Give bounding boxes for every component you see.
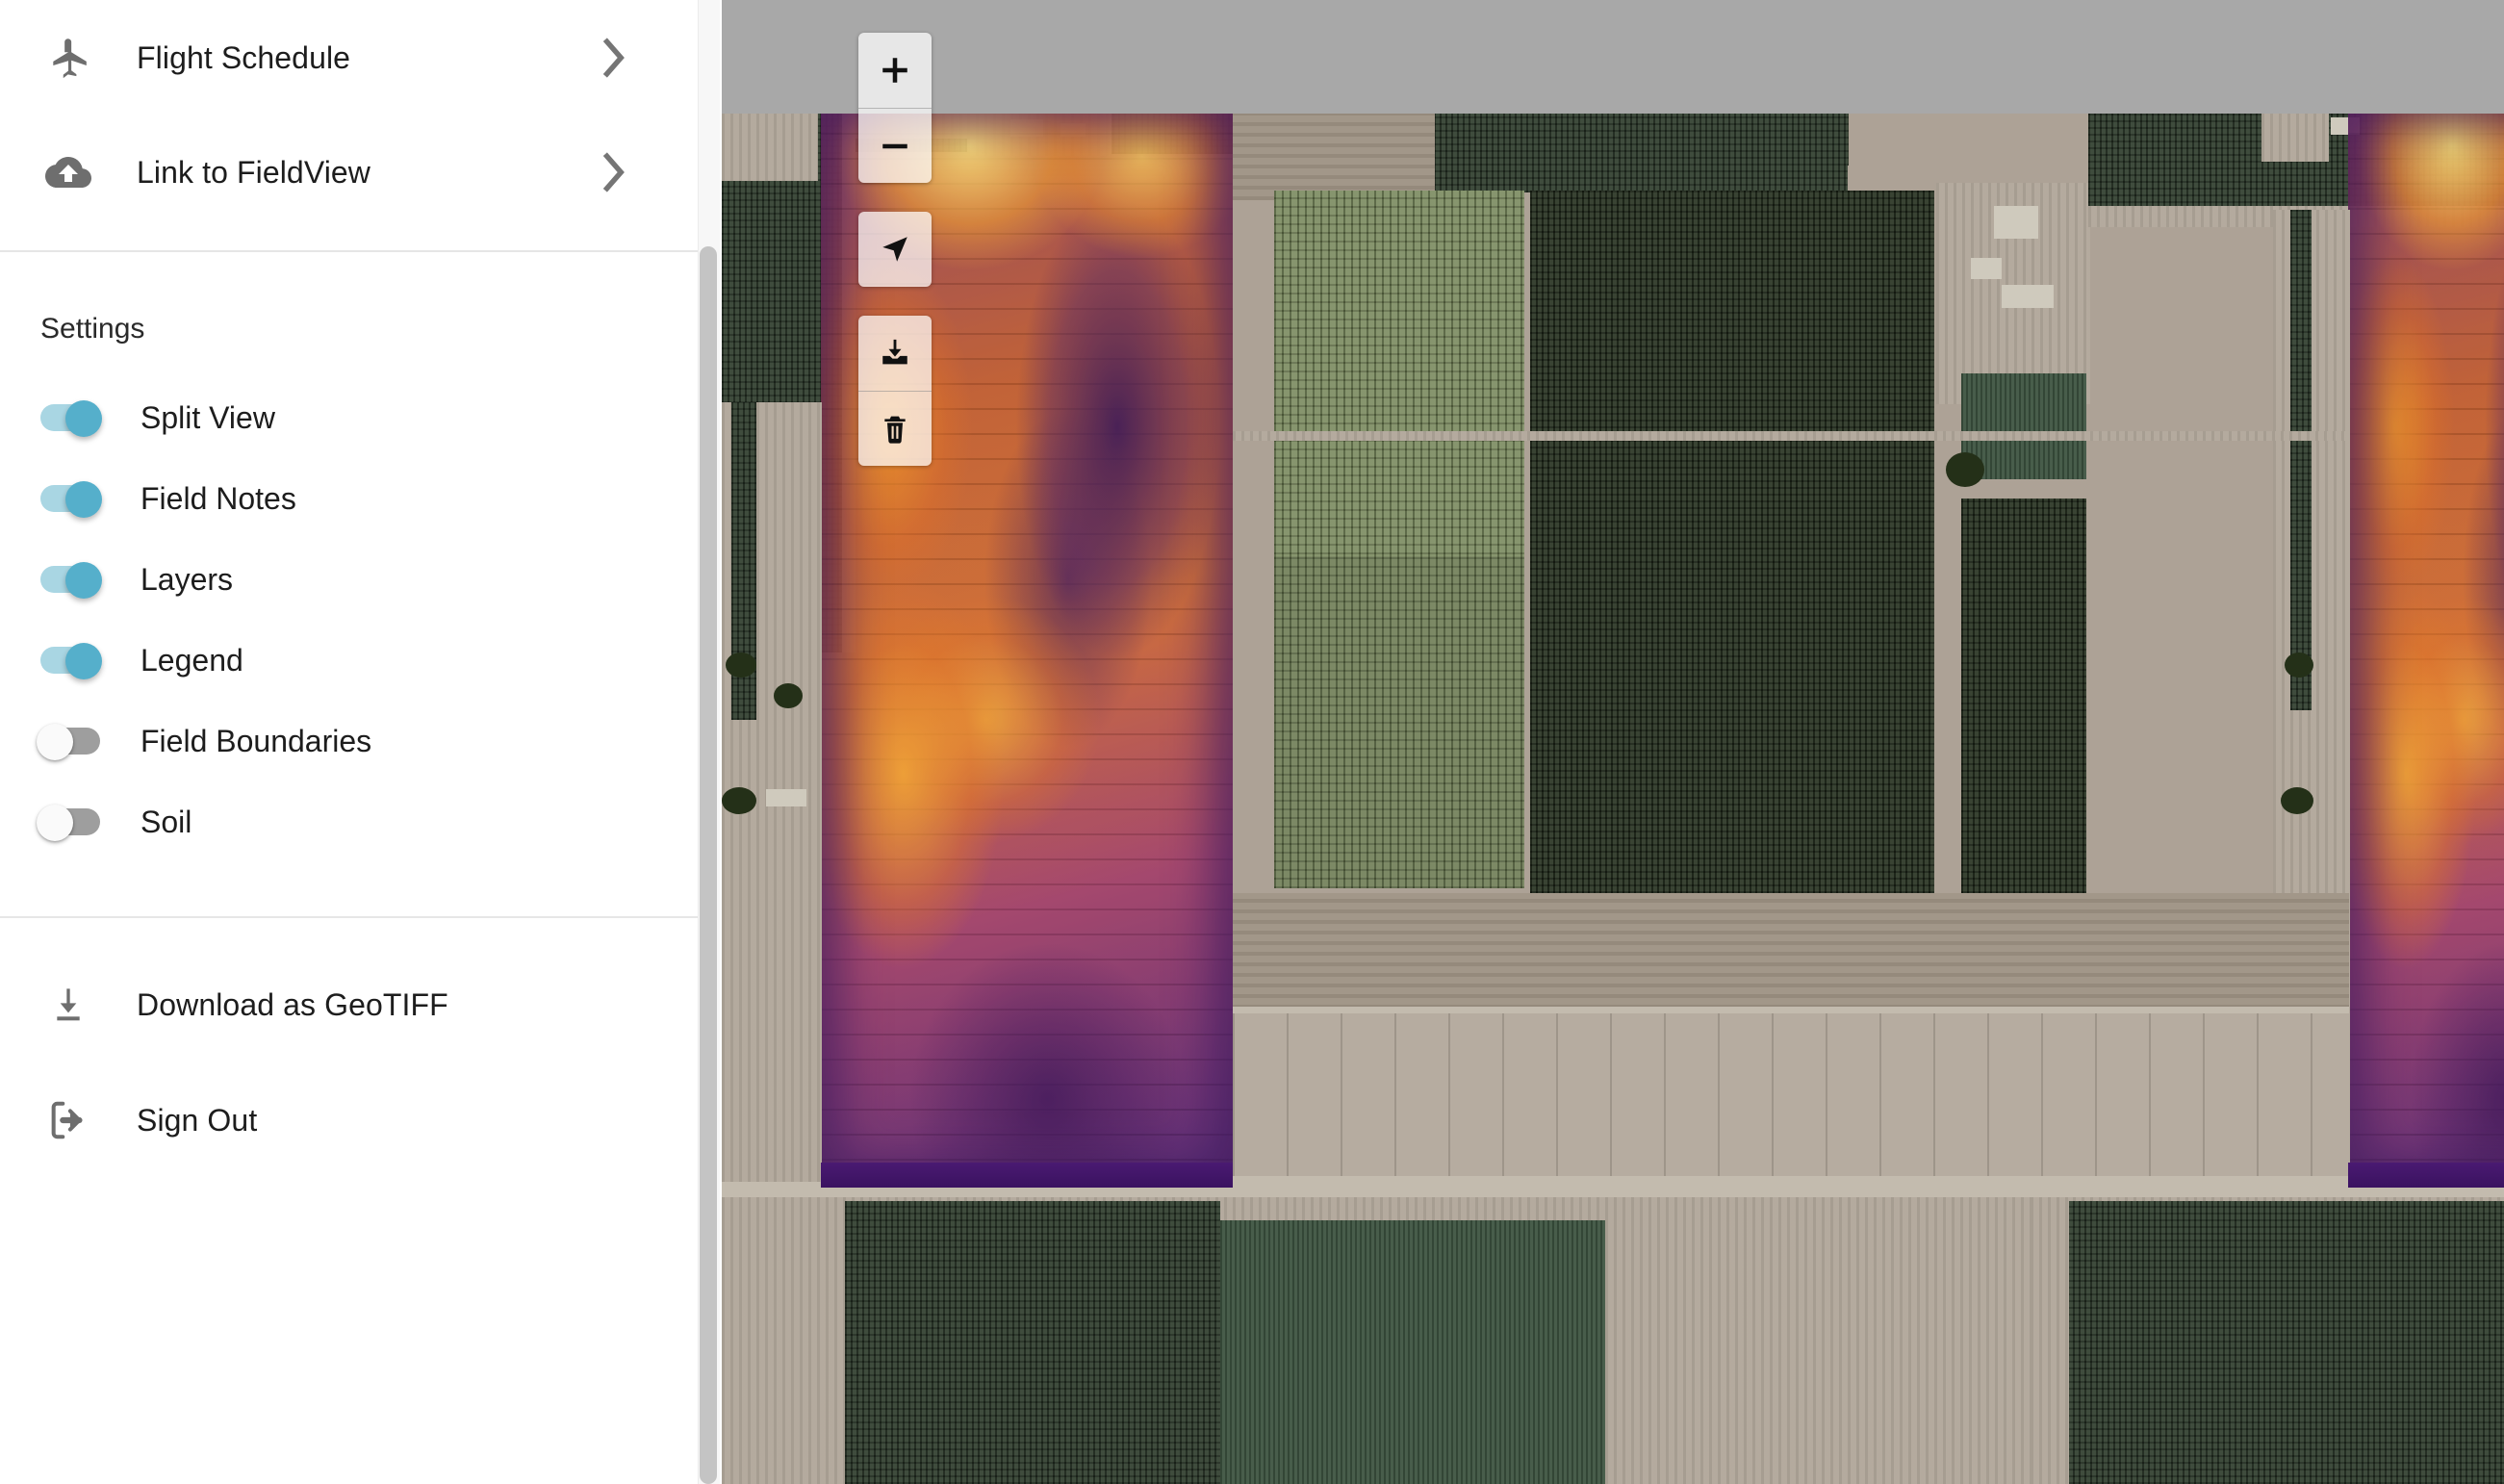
toggle-label: Legend <box>141 642 243 678</box>
map-parcel <box>1605 1197 2067 1484</box>
sign-out-icon <box>40 1098 96 1142</box>
map-parcel <box>845 1201 1220 1484</box>
download-button[interactable] <box>858 316 932 391</box>
map-tree <box>2285 652 2313 678</box>
heatmap-overlay-field-right <box>2348 114 2504 1186</box>
sidebar-item-sign-out[interactable]: Sign Out <box>0 1062 722 1178</box>
toggle-row-legend[interactable]: Legend <box>0 620 722 701</box>
toggle-label: Layers <box>141 561 234 597</box>
locate-button[interactable] <box>858 212 932 287</box>
map-viewport[interactable] <box>722 0 2504 1484</box>
toggle-split-view[interactable] <box>40 400 102 437</box>
toggle-thumb <box>65 562 102 599</box>
sidebar-item-label: Flight Schedule <box>137 39 351 75</box>
zoom-control-group <box>858 33 932 183</box>
map-tree <box>2281 787 2313 814</box>
chevron-right-icon <box>600 150 629 194</box>
toggle-thumb <box>65 481 102 518</box>
sidebar-item-link-to-fieldview[interactable]: Link to FieldView <box>0 115 722 229</box>
locate-control-group <box>858 212 932 287</box>
toggle-row-soil[interactable]: Soil <box>0 781 722 862</box>
map-parcel <box>722 1197 845 1484</box>
delete-button[interactable] <box>858 391 932 466</box>
sidebar-item-label: Sign Out <box>137 1102 258 1138</box>
sidebar-item-flight-schedule[interactable]: Flight Schedule <box>0 0 722 115</box>
map-parcel <box>2261 114 2329 162</box>
map-parcel <box>1233 1013 2349 1196</box>
zoom-in-button[interactable] <box>858 33 932 108</box>
sidebar-item-download-geotiff[interactable]: Download as GeoTIFF <box>0 947 722 1062</box>
toggle-label: Split View <box>141 399 275 435</box>
minus-icon <box>879 130 911 163</box>
map-parcel <box>722 114 818 181</box>
map-parcel <box>1220 1220 1605 1484</box>
settings-section-title: Settings <box>40 313 145 345</box>
map-top-band <box>722 0 2504 114</box>
map-building <box>1971 258 2002 279</box>
file-control-group <box>858 316 932 466</box>
map-building <box>766 789 806 806</box>
toggle-thumb <box>37 805 73 841</box>
trash-icon <box>880 414 910 445</box>
download-icon <box>40 984 96 1026</box>
zoom-out-button[interactable] <box>858 108 932 183</box>
map-parcel <box>1233 893 2349 1009</box>
sidebar-item-label: Link to FieldView <box>137 154 371 190</box>
toggle-label: Soil <box>141 804 192 839</box>
toggle-legend[interactable] <box>40 643 102 679</box>
toggle-field-notes[interactable] <box>40 481 102 518</box>
sidebar: Flight Schedule Link to FieldView Settin… <box>0 0 722 1484</box>
toggle-row-split-view[interactable]: Split View <box>0 377 722 458</box>
sidebar-scrollbar-thumb[interactable] <box>700 246 717 1484</box>
toggle-row-field-notes[interactable]: Field Notes <box>0 458 722 539</box>
navigate-icon <box>879 233 911 266</box>
toggle-field-boundaries[interactable] <box>37 724 100 760</box>
map-parcel <box>2067 1201 2504 1484</box>
toggle-thumb <box>65 643 102 679</box>
cloud-upload-icon <box>40 149 96 195</box>
map-tree <box>774 683 803 708</box>
app-root: Flight Schedule Link to FieldView Settin… <box>0 0 2504 1484</box>
toggle-thumb <box>65 400 102 437</box>
toggle-layers[interactable] <box>40 562 102 599</box>
satellite-imagery <box>722 114 2504 1484</box>
toggle-label: Field Boundaries <box>141 723 372 758</box>
map-tree <box>726 652 756 678</box>
map-controls <box>858 33 932 466</box>
toggle-row-field-boundaries[interactable]: Field Boundaries <box>0 701 722 781</box>
map-tree <box>722 787 756 814</box>
map-building <box>2002 285 2054 308</box>
sidebar-item-label: Download as GeoTIFF <box>137 986 448 1022</box>
map-parcel <box>1233 114 1435 200</box>
map-parcel <box>1434 114 1848 192</box>
map-road <box>1233 431 2349 441</box>
map-parcel <box>2031 1197 2069 1484</box>
map-road <box>1233 1007 2349 1013</box>
download-tray-icon <box>879 337 911 370</box>
plus-icon <box>879 54 911 87</box>
heatmap-edge <box>2348 1163 2504 1188</box>
heatmap-edge <box>821 1163 1233 1188</box>
toggle-thumb <box>37 724 73 760</box>
sidebar-scrollbar-track[interactable] <box>699 0 720 1484</box>
chevron-right-icon <box>600 36 629 80</box>
toggle-row-layers[interactable]: Layers <box>0 539 722 620</box>
toggle-soil[interactable] <box>37 805 100 841</box>
airplane-icon <box>40 36 96 80</box>
toggle-label: Field Notes <box>141 480 296 516</box>
map-building <box>1994 206 2038 239</box>
